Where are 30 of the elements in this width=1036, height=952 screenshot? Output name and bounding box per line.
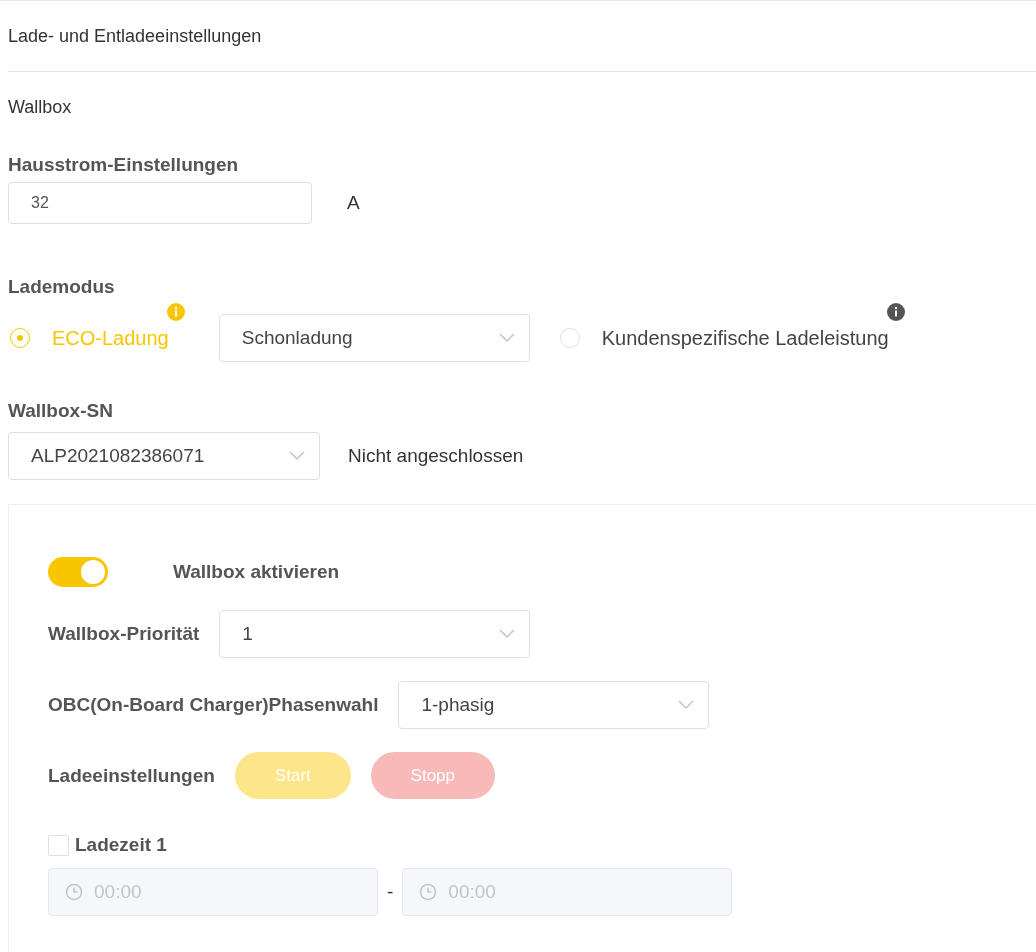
chevron-down-icon <box>499 629 516 639</box>
chevron-down-icon <box>498 333 515 343</box>
radio-label[interactable]: Kundenspezifische Ladeleistung <box>601 326 889 350</box>
toggle-label: Wallbox aktivieren <box>173 561 340 583</box>
enable-toggle[interactable] <box>48 557 108 587</box>
checkbox-label: Ladezeit 1 <box>75 834 167 856</box>
serial-select[interactable]: ALP2021082386071 <box>8 432 320 480</box>
field-label: Wallbox-SN <box>8 399 114 423</box>
connection-status: Nicht angeschlossen <box>348 445 524 467</box>
info-icon[interactable] <box>886 302 905 321</box>
mode-select[interactable]: Schonladung <box>218 314 530 362</box>
clock-icon <box>419 883 438 901</box>
field-label: Wallbox-Priorität <box>48 623 200 645</box>
field-label: Lademodus <box>8 275 116 299</box>
chevron-down-icon <box>289 451 305 461</box>
page-title: Lade- und Entladeeinstellungen <box>8 25 262 47</box>
field-label: Ladeeinstellungen <box>48 764 215 787</box>
chevron-down-icon <box>678 700 695 710</box>
radio-button[interactable] <box>10 328 30 348</box>
section-title: Wallbox <box>8 96 72 118</box>
priority-select[interactable]: 1 <box>219 610 531 658</box>
range-separator: - <box>387 881 394 903</box>
checkbox[interactable] <box>48 834 69 856</box>
clock-icon <box>65 883 83 901</box>
field-label: OBC(On-Board Charger)Phasenwahl <box>48 694 379 716</box>
phase-select[interactable]: 1-phasig <box>398 681 710 729</box>
radio-button[interactable] <box>559 328 580 348</box>
unit-label: A <box>347 192 360 214</box>
field-label: Hausstrom-Einstellungen <box>8 153 240 177</box>
current-input[interactable]: 32 <box>8 182 312 224</box>
